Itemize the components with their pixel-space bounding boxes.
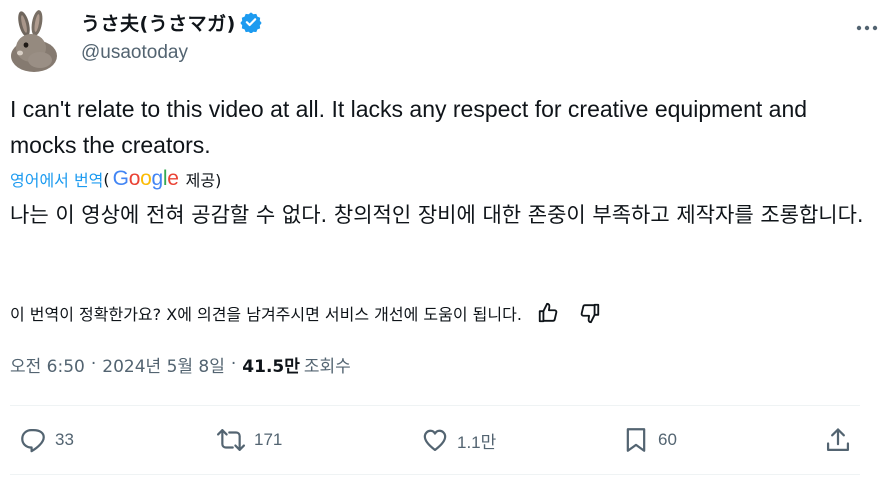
thumbs-down-icon[interactable] [576,299,604,327]
views-count: 41.5만 [242,356,300,377]
bookmark-icon [622,426,650,454]
bookmark-count: 60 [658,430,677,449]
verified-badge-icon[interactable] [240,11,262,34]
tweet-meta: 오전 6:50 · 2024년 5월 8일 · 41.5만 조회수 [10,350,351,378]
paren-open: ( [103,169,110,189]
provided-by-label: 제공) [185,171,222,190]
tweet-time[interactable]: 오전 6:50 [10,352,85,377]
google-logo: Google [112,167,179,190]
tweet-header: うさ夫(うさマガ) @usaotoday [10,8,885,72]
meta-separator-2: · [230,354,237,374]
feedback-prompt: 이 번역이 정확한가요? X에 의견을 남겨주시면 서비스 개선에 도움이 됩니… [10,305,522,324]
divider [10,405,860,406]
handle[interactable]: @usaotoday [81,42,188,64]
tweet-text: I can't relate to this video at all. It … [10,96,808,158]
translation-attribution: 영어에서 번역 ( Google 제공) [10,165,221,193]
translated-from-link[interactable]: 영어에서 번역 [10,167,103,191]
tweet-date[interactable]: 2024년 5월 8일 [102,352,225,377]
bookmark-button[interactable]: 60 [622,420,677,460]
like-button[interactable]: 1.1만 [421,420,496,460]
retweet-icon [216,426,246,454]
repost-count: 171 [254,430,283,449]
translation-feedback: 이 번역이 정확한가요? X에 의견을 남겨주시면 서비스 개선에 도움이 됩니… [10,298,604,328]
display-name[interactable]: うさ夫(うさマガ) [81,9,236,36]
translated-text: 나는 이 영상에 전혀 공감할 수 없다. 창의적인 장비에 대한 존중이 부족… [10,203,864,227]
like-icon [421,426,449,454]
like-count: 1.1만 [457,432,497,452]
share-button[interactable] [824,420,852,460]
repost-button[interactable]: 171 [216,420,282,460]
reply-count: 33 [55,430,74,449]
thumbs-up-icon[interactable] [534,299,562,327]
divider-bottom [10,474,860,475]
name-row: うさ夫(うさマガ) [81,9,262,36]
reply-icon [19,426,47,454]
views-label: 조회수 [303,356,351,377]
more-icon[interactable] [852,16,882,40]
avatar[interactable] [10,10,58,72]
action-bar: 33 171 1.1만 60 [10,420,860,460]
meta-separator: · [90,354,97,374]
share-icon [824,426,852,454]
reply-button[interactable]: 33 [19,420,74,460]
